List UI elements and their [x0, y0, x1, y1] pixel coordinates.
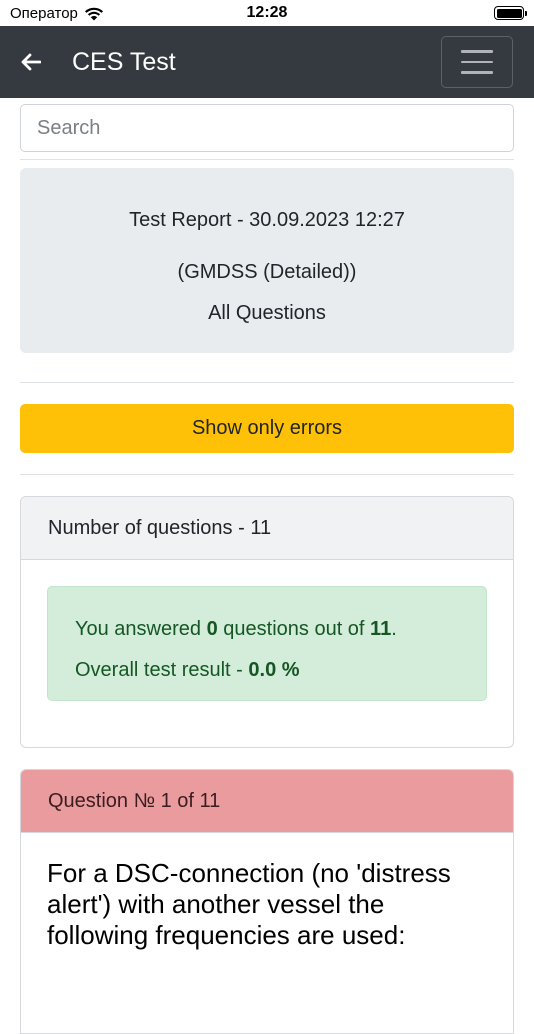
report-subtitle: (GMDSS (Detailed)) [177, 261, 357, 283]
battery-icon [494, 6, 527, 20]
divider [20, 474, 514, 475]
total-count: 11 [370, 618, 392, 640]
search-input[interactable] [20, 104, 514, 152]
report-panel: Test Report - 30.09.2023 12:27 (GMDSS (D… [20, 168, 514, 353]
status-time: 12:28 [246, 4, 288, 21]
result-alert: You answered 0 questions out of 11. Over… [47, 586, 487, 701]
report-scope: All Questions [208, 302, 326, 324]
answered-count: 0 [206, 618, 218, 640]
navbar: CES Test [0, 26, 534, 98]
menu-toggle-button[interactable] [441, 36, 513, 88]
summary-header: Number of questions - 11 [21, 497, 513, 560]
result-value: 0.0 % [248, 659, 300, 681]
question-card: Question № 1 of 11 For a DSC-connection … [20, 769, 514, 1034]
hamburger-icon [461, 50, 493, 53]
result-text: Overall test result - 0.0 % [75, 659, 300, 681]
summary-body: You answered 0 questions out of 11. Over… [21, 560, 513, 747]
back-button[interactable] [8, 26, 54, 98]
divider [20, 159, 514, 160]
status-bar: Оператор 12:28 [0, 0, 534, 26]
answered-text: You answered 0 questions out of 11. [75, 618, 397, 640]
arrow-left-icon [21, 53, 41, 71]
divider [20, 382, 514, 383]
page-title: CES Test [72, 47, 176, 76]
question-text: For a DSC-connection (no 'distress alert… [47, 858, 451, 950]
show-only-errors-button[interactable]: Show only errors [20, 404, 514, 453]
main-content: Test Report - 30.09.2023 12:27 (GMDSS (D… [20, 98, 514, 1034]
question-header: Question № 1 of 11 [21, 770, 513, 833]
report-title: Test Report - 30.09.2023 12:27 [129, 209, 405, 231]
summary-card: Number of questions - 11 You answered 0 … [20, 496, 514, 748]
